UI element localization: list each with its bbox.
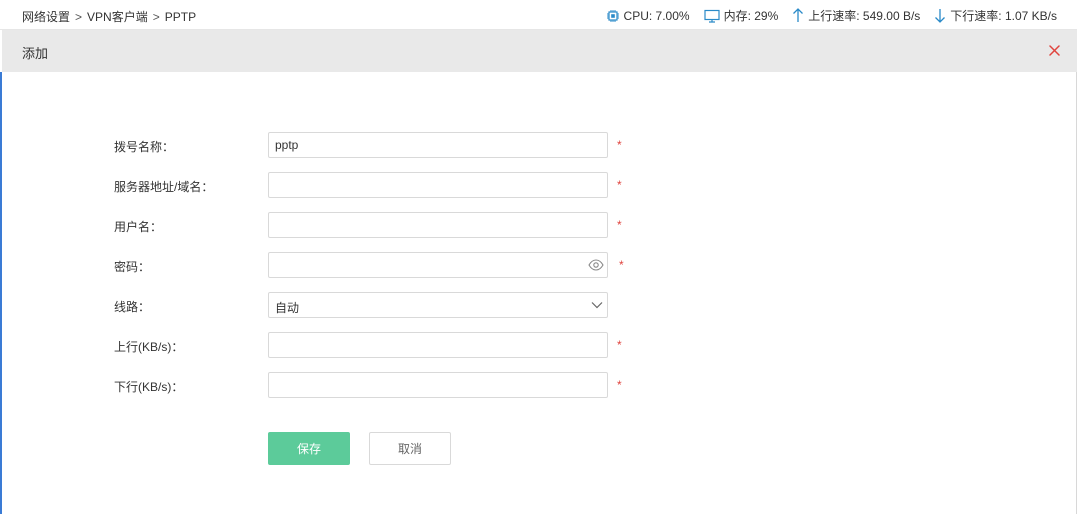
- upload-label: 上行(KB/s)：: [114, 340, 184, 354]
- eye-icon[interactable]: [588, 259, 604, 271]
- line-label: 线路：: [114, 300, 151, 314]
- memory-stat: 内存: 29%: [703, 7, 779, 24]
- required-mark: *: [617, 178, 622, 192]
- dial-name-row: 拨号名称： *: [0, 132, 1077, 158]
- save-button[interactable]: 保存: [268, 432, 350, 465]
- breadcrumb-separator: >: [152, 10, 160, 24]
- top-bar: 网络设置 > VPN客户端 > PPTP CPU: 7.00% 内存: 29% 上行速率…: [0, 0, 1077, 30]
- upload-value: 上行速率: 549.00 B/s: [808, 9, 921, 23]
- password-label: 密码：: [114, 260, 151, 274]
- system-stats: CPU: 7.00% 内存: 29% 上行速率: 549.00 B/s 下行速率…: [606, 7, 1057, 24]
- breadcrumb-item-network[interactable]: 网络设置: [22, 10, 70, 24]
- arrow-up-icon: [793, 8, 804, 22]
- upload-row: 上行(KB/s)： *: [0, 332, 1077, 358]
- breadcrumb-item-pptp: PPTP: [164, 10, 197, 24]
- line-row: 线路： 自动: [0, 292, 1077, 318]
- server-label: 服务器地址/域名：: [114, 180, 214, 194]
- password-row: 密码： *: [0, 252, 1077, 278]
- close-button[interactable]: [1045, 41, 1063, 59]
- server-input[interactable]: [268, 172, 608, 198]
- required-mark: *: [617, 138, 622, 152]
- breadcrumb-separator: >: [75, 10, 83, 24]
- required-mark: *: [617, 378, 622, 392]
- dialog-title: 添加: [22, 46, 49, 61]
- download-input[interactable]: [268, 372, 608, 398]
- download-label: 下行(KB/s)：: [114, 380, 184, 394]
- required-mark: *: [619, 258, 624, 272]
- download-value: 下行速率: 1.07 KB/s: [950, 9, 1057, 23]
- arrow-down-icon: [935, 9, 946, 23]
- password-input[interactable]: [268, 252, 608, 278]
- breadcrumb: 网络设置 > VPN客户端 > PPTP: [22, 8, 196, 25]
- upload-input[interactable]: [268, 332, 608, 358]
- server-row: 服务器地址/域名： *: [0, 172, 1077, 198]
- dialog-header: 添加: [2, 30, 1077, 72]
- download-row: 下行(KB/s)： *: [0, 372, 1077, 398]
- dial-name-label: 拨号名称：: [114, 140, 175, 154]
- download-stat: 下行速率: 1.07 KB/s: [934, 7, 1057, 24]
- memory-value: 内存: 29%: [723, 9, 779, 23]
- chevron-down-icon: [591, 302, 603, 309]
- upload-stat: 上行速率: 549.00 B/s: [792, 7, 920, 24]
- dial-name-input[interactable]: [268, 132, 608, 158]
- username-row: 用户名： *: [0, 212, 1077, 238]
- close-icon: [1048, 44, 1060, 56]
- username-input[interactable]: [268, 212, 608, 238]
- username-label: 用户名：: [114, 220, 163, 234]
- cpu-icon: [606, 9, 619, 22]
- required-mark: *: [617, 338, 622, 352]
- monitor-icon: [703, 9, 720, 23]
- required-mark: *: [617, 218, 622, 232]
- cancel-button[interactable]: 取消: [369, 432, 451, 465]
- cpu-value: CPU: 7.00%: [623, 8, 690, 23]
- line-selected-value: 自动: [275, 301, 300, 315]
- line-select[interactable]: 自动: [268, 292, 608, 318]
- breadcrumb-item-vpn-client[interactable]: VPN客户端: [87, 10, 148, 24]
- cpu-stat: CPU: 7.00%: [606, 9, 690, 23]
